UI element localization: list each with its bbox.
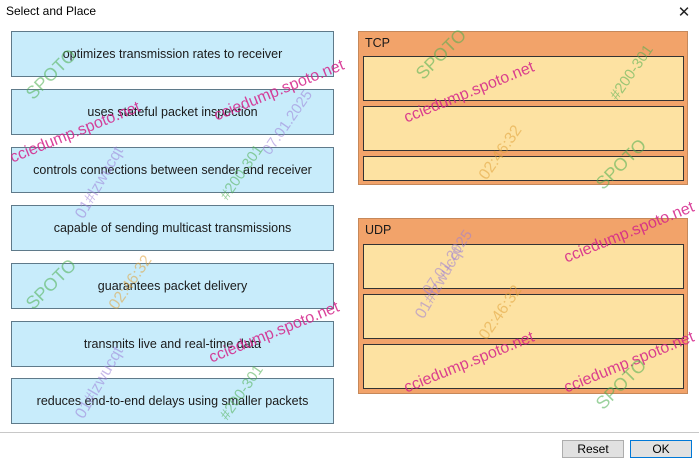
drag-item-controls-connections[interactable]: controls connections between sender and … [11, 147, 334, 193]
tcp-target-zone: TCP [358, 31, 688, 185]
drag-item-optimizes-transmission[interactable]: optimizes transmission rates to receiver [11, 31, 334, 77]
footer-divider [0, 432, 699, 433]
title-bar: Select and Place ✕ [0, 0, 699, 24]
reset-button[interactable]: Reset [562, 440, 624, 458]
udp-drop-slot[interactable] [363, 344, 684, 389]
drag-item-guarantees-delivery[interactable]: guarantees packet delivery [11, 263, 334, 309]
close-icon[interactable]: ✕ [673, 1, 695, 23]
drag-item-stateful-inspection[interactable]: uses stateful packet inspection [11, 89, 334, 135]
drag-item-reduces-delays[interactable]: reduces end-to-end delays using smaller … [11, 378, 334, 424]
tcp-drop-slot[interactable] [363, 56, 684, 101]
ok-button[interactable]: OK [630, 440, 692, 458]
tcp-drop-slot[interactable] [363, 106, 684, 151]
tcp-zone-label: TCP [365, 36, 390, 50]
udp-drop-slot[interactable] [363, 244, 684, 289]
drag-item-multicast[interactable]: capable of sending multicast transmissio… [11, 205, 334, 251]
udp-drop-slot[interactable] [363, 294, 684, 339]
tcp-drop-slot[interactable] [363, 156, 684, 181]
drag-item-live-data[interactable]: transmits live and real-time data [11, 321, 334, 367]
udp-zone-label: UDP [365, 223, 392, 237]
udp-target-zone: UDP [358, 218, 688, 394]
window-title: Select and Place [6, 4, 97, 18]
